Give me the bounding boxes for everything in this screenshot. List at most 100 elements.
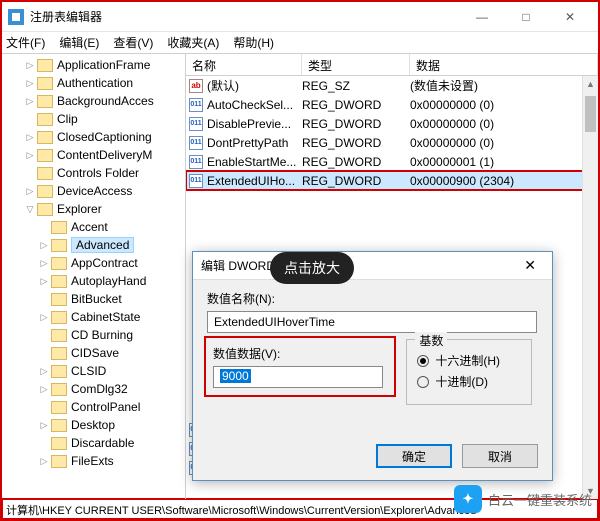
- tree-item[interactable]: ▷CabinetState: [2, 308, 185, 326]
- value-data: 0x00000001 (1): [410, 155, 598, 169]
- tree-label: DeviceAccess: [57, 184, 132, 198]
- tree-item[interactable]: BitBucket: [2, 290, 185, 308]
- reg-dword-icon: 011: [189, 155, 203, 169]
- value-row[interactable]: 011EnableStartMe...REG_DWORD0x00000001 (…: [186, 152, 598, 171]
- col-data[interactable]: 数据: [410, 54, 598, 75]
- value-name: (默认): [207, 77, 239, 94]
- maximize-button[interactable]: □: [504, 3, 548, 31]
- tree-item[interactable]: ▷ FileExts: [2, 452, 185, 470]
- expand-icon[interactable]: ▷: [24, 60, 36, 71]
- tree-item[interactable]: ▷ ComDlg32: [2, 380, 185, 398]
- registry-tree[interactable]: ▷ApplicationFrame▷Authentication▷Backgro…: [2, 54, 186, 499]
- tree-item[interactable]: Discardable: [2, 434, 185, 452]
- tree-label: ContentDeliveryM: [57, 148, 152, 162]
- ok-button[interactable]: 确定: [376, 444, 452, 468]
- col-name[interactable]: 名称: [186, 54, 302, 75]
- value-data-label: 数值数据(V):: [213, 345, 387, 362]
- tree-item[interactable]: ▷ Authentication: [2, 74, 185, 92]
- value-name-label: 数值名称(N):: [207, 290, 538, 307]
- value-name-input[interactable]: [207, 311, 537, 333]
- tree-label: AutoplayHand: [71, 274, 146, 288]
- expand-icon[interactable]: ▷: [24, 186, 36, 197]
- tree-item[interactable]: ▷Desktop: [2, 416, 185, 434]
- col-type[interactable]: 类型: [302, 54, 410, 75]
- radio-dec[interactable]: 十进制(D): [417, 373, 521, 390]
- folder-icon: [51, 221, 67, 234]
- menu-file[interactable]: 文件(F): [6, 34, 45, 51]
- tree-item[interactable]: ▽Explorer: [2, 200, 185, 218]
- expand-icon[interactable]: ▷: [24, 150, 36, 161]
- zoom-tip[interactable]: 点击放大: [270, 252, 354, 284]
- folder-icon: [51, 437, 67, 450]
- dialog-close-icon[interactable]: ✕: [516, 253, 544, 278]
- scroll-up-icon[interactable]: ▲: [583, 76, 598, 92]
- tree-item[interactable]: Accent: [2, 218, 185, 236]
- scrollbar[interactable]: ▲ ▼: [582, 76, 598, 499]
- expand-icon[interactable]: ▷: [38, 420, 50, 431]
- value-row[interactable]: 011DisablePrevie...REG_DWORD0x00000000 (…: [186, 114, 598, 133]
- folder-icon: [37, 203, 53, 216]
- value-data-input[interactable]: 9000: [213, 366, 383, 388]
- expand-icon[interactable]: ▷: [38, 240, 50, 251]
- dialog-titlebar[interactable]: 编辑 DWORD (32 位)值 ✕: [193, 252, 552, 280]
- folder-icon: [51, 365, 67, 378]
- tree-item[interactable]: Controls Folder: [2, 164, 185, 182]
- value-row[interactable]: 011ExtendedUIHo...REG_DWORD0x00000900 (2…: [186, 171, 598, 190]
- expand-icon[interactable]: ▷: [38, 384, 50, 395]
- expand-icon[interactable]: ▷: [38, 456, 50, 467]
- value-data: 0x00000000 (0): [410, 117, 598, 131]
- radio-hex[interactable]: 十六进制(H): [417, 352, 521, 369]
- tree-item[interactable]: Clip: [2, 110, 185, 128]
- cancel-button[interactable]: 取消: [462, 444, 538, 468]
- tree-item[interactable]: ▷AppContract: [2, 254, 185, 272]
- expand-icon[interactable]: ▷: [24, 132, 36, 143]
- expand-icon[interactable]: ▷: [38, 366, 50, 377]
- tree-item[interactable]: ▷ DeviceAccess: [2, 182, 185, 200]
- value-name: DisablePrevie...: [207, 117, 291, 131]
- tree-label: Authentication: [57, 76, 133, 90]
- tree-item[interactable]: CIDSave: [2, 344, 185, 362]
- tree-item[interactable]: ▷Advanced: [2, 236, 185, 254]
- value-data: 0x00000000 (0): [410, 136, 598, 150]
- radio-hex-label: 十六进制(H): [435, 352, 500, 369]
- close-button[interactable]: ✕: [548, 3, 592, 31]
- tree-label: ComDlg32: [71, 382, 128, 396]
- folder-icon: [37, 167, 53, 180]
- expand-icon[interactable]: ▽: [24, 204, 36, 215]
- tree-item[interactable]: ControlPanel: [2, 398, 185, 416]
- tree-item[interactable]: CD Burning: [2, 326, 185, 344]
- value-row[interactable]: 011DontPrettyPathREG_DWORD0x00000000 (0): [186, 133, 598, 152]
- folder-icon: [37, 149, 53, 162]
- reg-dword-icon: 011: [189, 174, 203, 188]
- titlebar[interactable]: 注册表编辑器 — □ ✕: [2, 2, 598, 32]
- tree-label: CLSID: [71, 364, 106, 378]
- expand-icon[interactable]: ▷: [38, 276, 50, 287]
- value-row[interactable]: 011AutoCheckSel...REG_DWORD0x00000000 (0…: [186, 95, 598, 114]
- tree-label: FileExts: [71, 454, 114, 468]
- tree-item[interactable]: ▷ApplicationFrame: [2, 56, 185, 74]
- folder-icon: [51, 401, 67, 414]
- menu-view[interactable]: 查看(V): [113, 34, 153, 51]
- list-header: 名称 类型 数据: [186, 54, 598, 76]
- menu-edit[interactable]: 编辑(E): [59, 34, 99, 51]
- tree-label: BitBucket: [71, 292, 122, 306]
- tree-item[interactable]: ▷BackgroundAcces: [2, 92, 185, 110]
- scroll-thumb[interactable]: [585, 96, 596, 132]
- folder-icon: [51, 311, 67, 324]
- tree-label: Clip: [57, 112, 78, 126]
- expand-icon[interactable]: ▷: [38, 312, 50, 323]
- folder-icon: [37, 95, 53, 108]
- expand-icon[interactable]: ▷: [24, 96, 36, 107]
- tree-item[interactable]: ▷ CLSID: [2, 362, 185, 380]
- expand-icon[interactable]: ▷: [24, 78, 36, 89]
- tree-item[interactable]: ▷ClosedCaptioning: [2, 128, 185, 146]
- menu-help[interactable]: 帮助(H): [233, 34, 274, 51]
- folder-icon: [51, 257, 67, 270]
- tree-item[interactable]: ▷ AutoplayHand: [2, 272, 185, 290]
- value-row[interactable]: ab(默认)REG_SZ(数值未设置): [186, 76, 598, 95]
- tree-item[interactable]: ▷ ContentDeliveryM: [2, 146, 185, 164]
- minimize-button[interactable]: —: [460, 3, 504, 31]
- expand-icon[interactable]: ▷: [38, 258, 50, 269]
- value-type: REG_SZ: [302, 79, 410, 93]
- menu-favorites[interactable]: 收藏夹(A): [167, 34, 219, 51]
